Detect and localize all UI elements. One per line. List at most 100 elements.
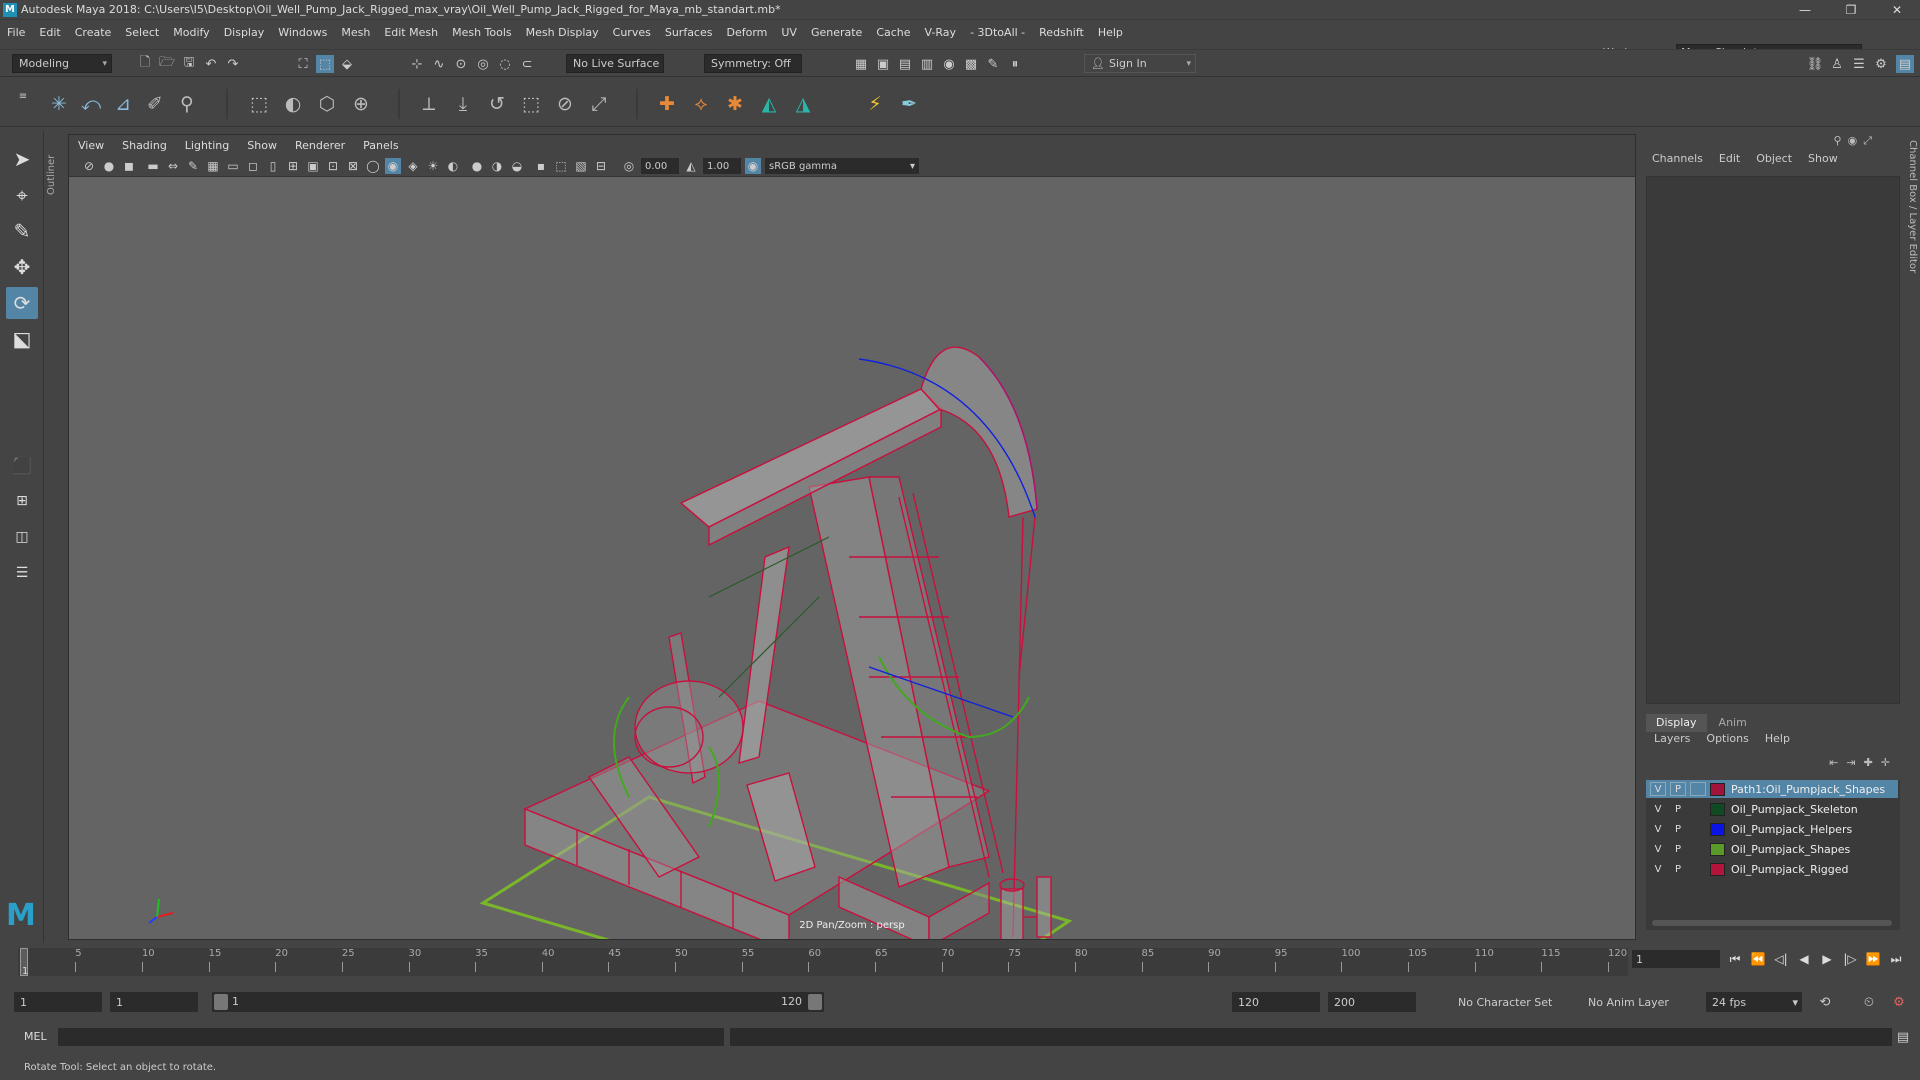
layer-display-type-toggle[interactable] bbox=[1690, 862, 1706, 876]
channel-box-icon[interactable]: ⚲ bbox=[1834, 134, 1842, 148]
aim-constraint-icon[interactable]: ⊘ bbox=[552, 91, 578, 117]
viewport-menu-renderer[interactable]: Renderer bbox=[286, 139, 354, 152]
menu-3dtoall[interactable]: - 3DtoAll - bbox=[963, 26, 1032, 39]
single-view-icon[interactable]: ⬛ bbox=[6, 449, 38, 481]
channel-box-body[interactable] bbox=[1646, 176, 1900, 704]
live-surface-field[interactable]: No Live Surface bbox=[566, 54, 664, 73]
move-tool-icon[interactable]: ✥ bbox=[6, 251, 38, 283]
new-layer-icon[interactable]: ✚ bbox=[1864, 756, 1873, 769]
layer-playback-toggle[interactable]: P bbox=[1670, 802, 1686, 816]
layer-display-type-toggle[interactable] bbox=[1690, 822, 1706, 836]
muscle-mirror-icon[interactable]: ◮ bbox=[790, 91, 816, 117]
light-editor-icon[interactable]: ✎ bbox=[984, 55, 1002, 73]
muscle-icon[interactable]: ◭ bbox=[756, 91, 782, 117]
snap-view-icon[interactable]: ◎ bbox=[474, 55, 492, 73]
tool-settings-icon[interactable]: ⚙ bbox=[1872, 55, 1890, 73]
safe-title-icon[interactable]: ⊡ bbox=[325, 158, 341, 174]
viewport-menu-panels[interactable]: Panels bbox=[354, 139, 407, 152]
grid-icon[interactable]: ▦ bbox=[205, 158, 221, 174]
menu-vray[interactable]: V-Ray bbox=[918, 26, 964, 39]
paint-weights-icon[interactable]: ⚡ bbox=[862, 91, 888, 117]
layer-display-type-toggle[interactable] bbox=[1690, 842, 1706, 856]
rotate-tool-icon[interactable]: ⟳ bbox=[6, 287, 38, 319]
character-set-dropdown[interactable]: No Character Set bbox=[1452, 992, 1572, 1012]
image-plane-icon[interactable]: ▬ bbox=[145, 158, 161, 174]
layer-row[interactable]: V P Oil_Pumpjack_Helpers bbox=[1646, 820, 1898, 838]
color-space-dropdown[interactable]: sRGB gamma ▾ bbox=[765, 158, 919, 174]
layer-menu-help[interactable]: Help bbox=[1757, 732, 1798, 750]
ambient-occlusion-icon[interactable]: ▪ bbox=[533, 158, 549, 174]
menuset-dropdown[interactable]: Modeling ▾ bbox=[12, 54, 112, 73]
new-scene-icon[interactable]: 🗋 bbox=[136, 55, 154, 73]
channel-box-menu-edit[interactable]: Edit bbox=[1711, 152, 1748, 170]
viewport-menu-view[interactable]: View bbox=[69, 139, 113, 152]
menu-edit[interactable]: Edit bbox=[32, 26, 67, 39]
channel-box-toggle-icon[interactable]: ▤ bbox=[1896, 55, 1914, 73]
joint-tool-icon[interactable]: ⤺ bbox=[78, 91, 104, 117]
open-scene-icon[interactable]: 🗁 bbox=[158, 55, 176, 73]
bookmark-icon[interactable]: ◼ bbox=[121, 158, 137, 174]
gate-mask-icon[interactable]: ▯ bbox=[265, 158, 281, 174]
snap-curve-icon[interactable]: ∿ bbox=[430, 55, 448, 73]
command-language-label[interactable]: MEL bbox=[24, 1030, 47, 1043]
orient-constraint-icon[interactable]: ↺ bbox=[484, 91, 510, 117]
layer-color-swatch[interactable] bbox=[1710, 822, 1725, 836]
menu-modify[interactable]: Modify bbox=[166, 26, 216, 39]
layer-menu-options[interactable]: Options bbox=[1698, 732, 1756, 750]
snap-grid-icon[interactable]: ⊹ bbox=[408, 55, 426, 73]
layer-scrollbar[interactable] bbox=[1652, 920, 1892, 926]
render-frame-icon[interactable]: ▣ bbox=[874, 55, 892, 73]
two-view-icon[interactable]: ◫ bbox=[6, 521, 38, 553]
select-hierarchy-icon[interactable]: ⛶ bbox=[294, 55, 312, 73]
snap-magnet-icon[interactable]: ⊂ bbox=[518, 55, 536, 73]
layer-visibility-toggle[interactable]: V bbox=[1650, 782, 1666, 796]
menu-help[interactable]: Help bbox=[1091, 26, 1130, 39]
symmetry-dropdown[interactable]: Symmetry: Off bbox=[704, 54, 802, 73]
safe-action-icon[interactable]: ▣ bbox=[305, 158, 321, 174]
move-layer-down-icon[interactable]: ⇥ bbox=[1846, 756, 1855, 769]
menu-windows[interactable]: Windows bbox=[271, 26, 334, 39]
hair-brush-icon[interactable]: ✒ bbox=[896, 91, 922, 117]
sculpt-icon[interactable]: ◐ bbox=[280, 91, 306, 117]
channel-box-side-tab[interactable]: Channel Box / Layer Editor bbox=[1904, 140, 1918, 280]
camera-select-icon[interactable]: ⊘ bbox=[81, 158, 97, 174]
locator-icon[interactable]: ✳ bbox=[46, 91, 72, 117]
minimize-icon[interactable]: — bbox=[1782, 0, 1828, 20]
menu-select[interactable]: Select bbox=[118, 26, 166, 39]
paint-select-icon[interactable]: ✎ bbox=[6, 215, 38, 247]
wire-deformer-icon[interactable]: ⊕ bbox=[348, 91, 374, 117]
range-slider[interactable]: 1 120 bbox=[212, 992, 824, 1012]
step-back-frame-icon[interactable]: ◁| bbox=[1772, 950, 1790, 968]
render-view-icon[interactable]: ▦ bbox=[852, 55, 870, 73]
range-end-handle[interactable] bbox=[808, 994, 822, 1010]
snap-surface-icon[interactable]: ◌ bbox=[496, 55, 514, 73]
lasso-tool-icon[interactable]: ⌖ bbox=[6, 179, 38, 211]
undo-icon[interactable]: ↶ bbox=[202, 55, 220, 73]
go-to-start-icon[interactable]: ⏮ bbox=[1726, 950, 1744, 968]
animation-start-field[interactable]: 1 bbox=[14, 992, 102, 1012]
modeling-toolkit-icon[interactable]: ⛓ bbox=[1806, 55, 1824, 73]
script-editor-icon[interactable]: ▤ bbox=[1894, 1028, 1912, 1046]
tab-anim[interactable]: Anim bbox=[1709, 714, 1757, 732]
pause-icon[interactable]: ⏸ bbox=[1006, 55, 1024, 73]
layer-menu-layers[interactable]: Layers bbox=[1646, 732, 1698, 750]
field-chart-icon[interactable]: ⊞ bbox=[285, 158, 301, 174]
cluster-icon[interactable]: ⬚ bbox=[246, 91, 272, 117]
menu-deform[interactable]: Deform bbox=[719, 26, 774, 39]
attribute-editor-icon[interactable]: ☰ bbox=[1850, 55, 1868, 73]
command-input[interactable] bbox=[58, 1028, 724, 1046]
attribute-icon[interactable]: ◉ bbox=[1848, 134, 1858, 148]
menu-surfaces[interactable]: Surfaces bbox=[658, 26, 720, 39]
resolution-gate-icon[interactable]: ◻ bbox=[245, 158, 261, 174]
save-scene-icon[interactable]: 🖫 bbox=[180, 55, 198, 73]
menu-edit-mesh[interactable]: Edit Mesh bbox=[377, 26, 445, 39]
layer-visibility-toggle[interactable]: V bbox=[1650, 862, 1666, 876]
menu-mesh-display[interactable]: Mesh Display bbox=[519, 26, 606, 39]
layer-display-type-toggle[interactable] bbox=[1690, 802, 1706, 816]
layer-color-swatch[interactable] bbox=[1710, 842, 1725, 856]
smooth-shade-icon[interactable]: ◯ bbox=[365, 158, 381, 174]
layer-color-swatch[interactable] bbox=[1710, 782, 1725, 796]
wireframe-icon[interactable]: ⊠ bbox=[345, 158, 361, 174]
sign-in-button[interactable]: 👤︎ Sign In ▾ bbox=[1084, 54, 1196, 73]
menu-cache[interactable]: Cache bbox=[869, 26, 917, 39]
